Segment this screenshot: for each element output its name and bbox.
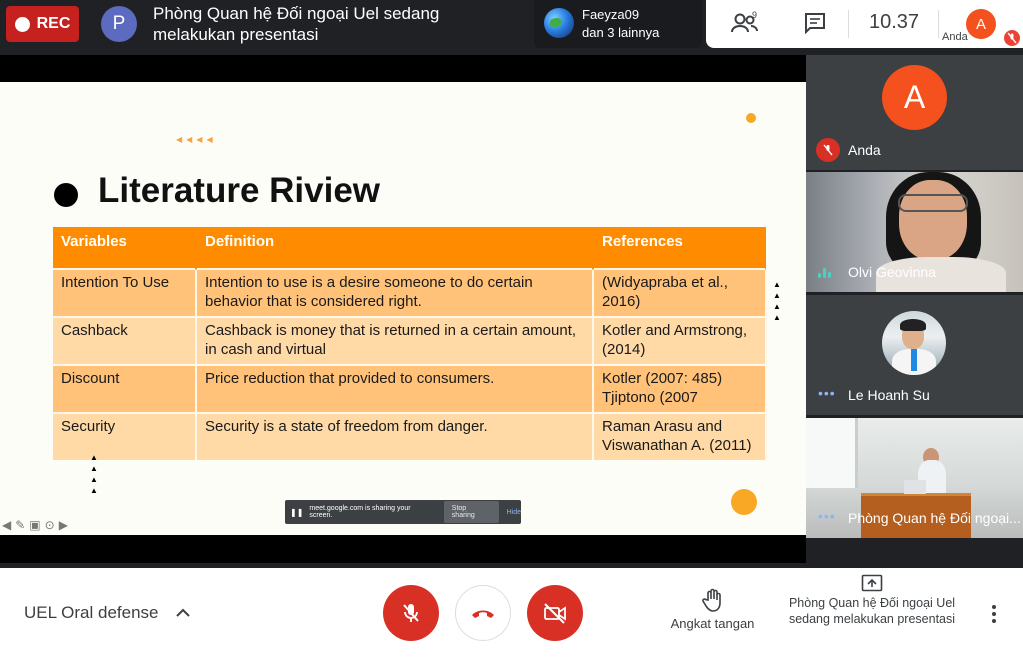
decorative-dot <box>746 113 756 123</box>
table-cell: Cashback is money that is returned in a … <box>196 316 594 365</box>
mic-toggle-button[interactable] <box>383 585 439 641</box>
share-message: meet.google.com is sharing your screen. <box>309 505 411 519</box>
divider <box>848 10 849 38</box>
participant-tile[interactable]: Olvi Geovinna <box>806 172 1023 292</box>
table-cell: Intention To Use <box>53 268 197 317</box>
title-bullet-icon <box>54 183 78 207</box>
chat-icon[interactable] <box>804 12 826 34</box>
table-cell: Kotler (2007: 485) Tjiptono (2007 <box>593 364 767 413</box>
table-cell: Security <box>53 412 197 460</box>
pause-icon: ❚❚ <box>290 507 304 517</box>
table-row: Cashback Cashback is money that is retur… <box>53 316 767 365</box>
slide-toolbar: ◀ ✎ ▣ ⊙ ▶ <box>2 518 68 532</box>
slide: ◀◀◀◀ Literature Riview Variables Definit… <box>0 82 806 535</box>
participant-name: Le Hoanh Su <box>848 387 930 403</box>
mic-off-icon <box>403 604 419 622</box>
mic-off-icon <box>1004 30 1020 46</box>
camera-off-icon <box>544 603 566 624</box>
table-cell: Price reduction that provided to consume… <box>196 364 594 413</box>
table-cell: Kotler and Armstrong, (2014) <box>593 316 767 365</box>
table-cell: Security is a state of freedom from dang… <box>196 412 594 460</box>
next-slide-icon[interactable]: ▶ <box>59 518 68 532</box>
more-options-icon[interactable] <box>988 604 1000 624</box>
table-cell: Discount <box>53 364 197 413</box>
camera-toggle-button[interactable] <box>527 585 583 641</box>
table-row: Intention To Use Intention to use is a d… <box>53 268 767 317</box>
slide-title: Literature Riview <box>98 171 381 210</box>
table-row: Security Security is a state of freedom … <box>53 412 767 460</box>
stop-sharing-button[interactable]: Stop sharing <box>443 501 499 523</box>
participant-name: Phòng Quan hệ Đối ngoại... <box>848 510 1021 526</box>
leave-call-button[interactable] <box>455 585 511 641</box>
audio-dots-icon: ••• <box>818 385 836 401</box>
table-cell: (Widyapraba et al., 2016) <box>593 268 767 317</box>
literature-table: Variables Definition References Intentio… <box>53 227 767 460</box>
clock: 10.37 <box>869 11 920 33</box>
raise-hand-button[interactable]: Angkat tangan <box>665 588 760 631</box>
self-avatar[interactable]: A <box>966 9 996 39</box>
mic-off-icon <box>816 138 840 162</box>
present-screen-icon <box>861 574 883 592</box>
hide-button[interactable]: Hide <box>507 509 521 516</box>
decorative-arrows-icon: ◀◀◀◀ <box>176 135 217 144</box>
column-header: References <box>593 227 766 269</box>
prev-slide-icon[interactable]: ◀ <box>2 518 11 532</box>
raise-hand-label: Angkat tangan <box>670 616 755 631</box>
decorative-dot <box>731 489 757 515</box>
table-header-row: Variables Definition References <box>53 227 766 269</box>
people-count-badge: 9 <box>752 10 758 20</box>
hand-icon <box>701 588 721 612</box>
decorative-triangles-icon: ▲ ▲ ▲ ▲ <box>90 453 98 495</box>
meet-window: REC P Phòng Quan hệ Đối ngoại Uel sedang… <box>0 0 1023 658</box>
rec-label: REC <box>36 15 71 32</box>
table-cell: Raman Arasu and Viswanathan A. (2011) <box>593 412 767 460</box>
record-dot-icon <box>14 16 30 32</box>
meeting-name[interactable]: UEL Oral defense <box>24 603 159 623</box>
participant-avatar: A <box>882 65 947 130</box>
divider <box>938 10 939 38</box>
participant-tile[interactable]: ••• Le Hoanh Su <box>806 295 1023 415</box>
meeting-details-bar: 9 10.37 A Anda <box>706 0 1023 48</box>
audio-dots-icon: ••• <box>818 508 836 524</box>
hang-up-icon <box>472 610 494 618</box>
screen-share-notice: ❚❚ meet.google.com is sharing your scree… <box>285 500 521 524</box>
table-cell: Cashback <box>53 316 197 365</box>
decorative-triangles-icon: ▲ ▲ ▲ ▲ <box>773 280 781 322</box>
participant-tile[interactable]: A Anda <box>806 55 1023 170</box>
recording-indicator: REC <box>6 6 79 42</box>
pinned-others: dan 3 lainnya <box>582 25 660 40</box>
pinned-name: Faeyza09 <box>582 7 640 22</box>
participant-tile[interactable]: ••• Phòng Quan hệ Đối ngoại... <box>806 418 1023 538</box>
presenter-status: Phòng Quan hệ Đối ngoại Uel sedang melak… <box>153 4 440 44</box>
pen-icon[interactable]: ✎ <box>15 518 25 532</box>
column-header: Variables <box>53 227 196 269</box>
speaking-indicator-icon <box>818 268 831 278</box>
presenting-status[interactable]: Phòng Quan hệ Đối ngoại Uel sedang melak… <box>778 574 966 627</box>
table-row: Discount Price reduction that provided t… <box>53 364 767 413</box>
presenter-avatar: P <box>101 6 137 42</box>
table-cell: Intention to use is a desire someone to … <box>196 268 594 317</box>
globe-avatar-icon <box>544 8 574 38</box>
column-header: Definition <box>196 227 593 269</box>
presentation-stage: ◀◀◀◀ Literature Riview Variables Definit… <box>0 55 806 563</box>
presenting-label: Phòng Quan hệ Đối ngoại Uel sedang melak… <box>788 596 956 626</box>
participant-name: Anda <box>848 142 881 158</box>
self-name: Anda <box>942 31 968 43</box>
chevron-up-icon[interactable] <box>175 605 191 619</box>
bottom-bar: UEL Oral defense Angkat tangan Phòng Qua… <box>0 568 1023 658</box>
pinned-participants[interactable]: Faeyza09 dan 3 lainnya <box>534 0 702 48</box>
slide-grid-icon[interactable]: ▣ <box>29 518 40 532</box>
participant-photo <box>882 311 946 375</box>
participant-tiles: A Anda Olvi Geovinna ••• Le Hoanh Su •••… <box>806 55 1023 563</box>
more-options-icon[interactable]: ⊙ <box>45 518 55 532</box>
participant-name: Olvi Geovinna <box>848 264 936 280</box>
top-bar: REC P Phòng Quan hệ Đối ngoại Uel sedang… <box>0 0 1023 55</box>
